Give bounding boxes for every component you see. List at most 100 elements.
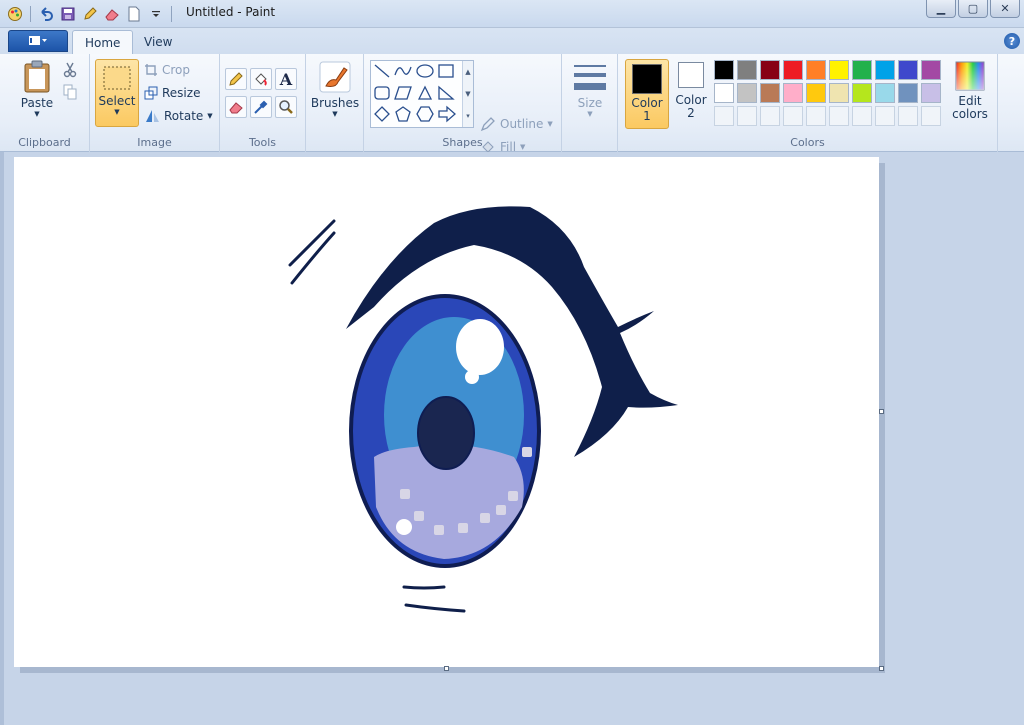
magnifier-icon <box>279 100 293 114</box>
color-swatch[interactable] <box>829 83 849 103</box>
color2-swatch <box>678 62 704 88</box>
size-dropdown-icon: ▼ <box>587 110 593 118</box>
custom-color-slot[interactable] <box>783 106 803 126</box>
color-swatch[interactable] <box>898 83 918 103</box>
undo-icon[interactable] <box>37 5 55 23</box>
lower-lash-1 <box>402 585 446 590</box>
brush-icon <box>319 61 351 93</box>
help-icon[interactable]: ? <box>1004 33 1020 49</box>
ribbon: Paste ▼ Clipboard Select ▼ Crop Resize R… <box>0 54 1024 154</box>
window-controls: ▁ ▢ ✕ <box>926 0 1020 18</box>
custom-color-slot[interactable] <box>898 106 918 126</box>
paste-dropdown-icon: ▼ <box>34 110 40 118</box>
tab-home[interactable]: Home <box>72 30 134 54</box>
text-icon: A <box>279 69 293 89</box>
shapes-group-label: Shapes <box>442 136 483 149</box>
resize-handle-right[interactable] <box>879 409 884 414</box>
color1-swatch <box>632 64 662 94</box>
highlight-bottom <box>396 519 412 535</box>
crop-label: Crop <box>162 63 191 77</box>
custom-color-slot[interactable] <box>806 106 826 126</box>
color-swatch[interactable] <box>760 83 780 103</box>
window-title: Untitled - Paint <box>186 5 276 19</box>
copy-icon[interactable] <box>63 84 77 103</box>
close-icon: ✕ <box>1000 2 1010 15</box>
customize-dropdown-icon[interactable] <box>147 5 165 23</box>
color-swatch[interactable] <box>921 60 941 80</box>
color-swatch[interactable] <box>737 83 757 103</box>
close-button[interactable]: ✕ <box>990 0 1020 18</box>
color-swatch[interactable] <box>829 60 849 80</box>
color-swatch[interactable] <box>714 83 734 103</box>
color-swatch[interactable] <box>737 60 757 80</box>
color-swatch[interactable] <box>875 83 895 103</box>
custom-color-slot[interactable] <box>921 106 941 126</box>
resize-icon <box>144 86 158 100</box>
tools-group-label: Tools <box>248 136 277 149</box>
fill-tool[interactable] <box>250 68 272 90</box>
color-swatch[interactable] <box>783 83 803 103</box>
cut-icon[interactable] <box>63 62 77 81</box>
color-swatch[interactable] <box>714 60 734 80</box>
minimize-icon: ▁ <box>936 2 946 15</box>
resize-button[interactable]: Resize <box>144 83 200 103</box>
custom-color-slot[interactable] <box>714 106 734 126</box>
maximize-button[interactable]: ▢ <box>958 0 988 18</box>
custom-color-slot[interactable] <box>829 106 849 126</box>
eraser-tool[interactable] <box>225 96 247 118</box>
paint-menu-button[interactable] <box>8 30 68 52</box>
pencil-icon[interactable] <box>81 5 99 23</box>
color-swatch[interactable] <box>875 60 895 80</box>
pupil <box>417 396 475 470</box>
custom-color-slot[interactable] <box>737 106 757 126</box>
brushes-button[interactable]: Brushes ▼ <box>311 60 359 118</box>
shapes-gallery[interactable]: ▲ ▼ ▾ <box>370 60 474 128</box>
menu-icon <box>29 36 47 45</box>
color-swatch[interactable] <box>852 83 872 103</box>
color-picker-tool[interactable] <box>250 96 272 118</box>
color-swatch[interactable] <box>921 83 941 103</box>
select-button[interactable]: Select ▼ <box>95 59 139 127</box>
color2-button[interactable]: Color 2 <box>672 62 710 120</box>
shapes-scrollbar[interactable]: ▲ ▼ ▾ <box>462 61 473 127</box>
rotate-button[interactable]: Rotate ▼ <box>144 106 213 126</box>
color-swatch[interactable] <box>852 60 872 80</box>
save-icon[interactable] <box>59 5 77 23</box>
outline-button[interactable]: Outline ▼ <box>480 114 553 134</box>
rotate-label: Rotate <box>164 109 204 123</box>
custom-color-slot[interactable] <box>852 106 872 126</box>
fill-dropdown-icon: ▼ <box>520 143 526 151</box>
color-swatch[interactable] <box>783 60 803 80</box>
clipboard-icon <box>24 60 50 93</box>
ribbon-tab-bar: Home View ? <box>0 28 1024 54</box>
tab-view[interactable]: View <box>132 30 184 54</box>
text-tool[interactable]: A <box>275 68 297 90</box>
paste-button[interactable]: Paste ▼ <box>14 60 60 118</box>
minimize-button[interactable]: ▁ <box>926 0 956 18</box>
magnifier-tool[interactable] <box>275 96 297 118</box>
color-swatch[interactable] <box>806 60 826 80</box>
image-group-label: Image <box>137 136 172 149</box>
eraser-icon[interactable] <box>103 5 121 23</box>
resize-handle-corner[interactable] <box>879 666 884 671</box>
edit-colors-button[interactable]: Edit colors <box>950 60 990 121</box>
custom-color-slot[interactable] <box>875 106 895 126</box>
drawing-canvas[interactable] <box>14 157 879 667</box>
eyedropper-icon <box>254 100 268 114</box>
custom-color-slot[interactable] <box>760 106 780 126</box>
color-swatch[interactable] <box>898 60 918 80</box>
brushes-group: Brushes ▼ <box>306 54 364 152</box>
color-swatch[interactable] <box>760 60 780 80</box>
title-bar: Untitled - Paint ▁ ▢ ✕ <box>0 0 1024 28</box>
pencil-tool[interactable] <box>225 68 247 90</box>
new-document-icon[interactable] <box>125 5 143 23</box>
color1-button[interactable]: Color 1 <box>625 59 669 129</box>
paint-app-icon[interactable] <box>6 5 24 23</box>
size-button[interactable]: Size ▼ <box>566 62 614 118</box>
resize-handle-bottom[interactable] <box>444 666 449 671</box>
crop-button[interactable]: Crop <box>144 60 190 80</box>
color-swatch[interactable] <box>806 83 826 103</box>
quick-access-toolbar <box>6 4 174 24</box>
select-label: Select <box>98 94 136 108</box>
size-group: Size ▼ <box>562 54 618 152</box>
